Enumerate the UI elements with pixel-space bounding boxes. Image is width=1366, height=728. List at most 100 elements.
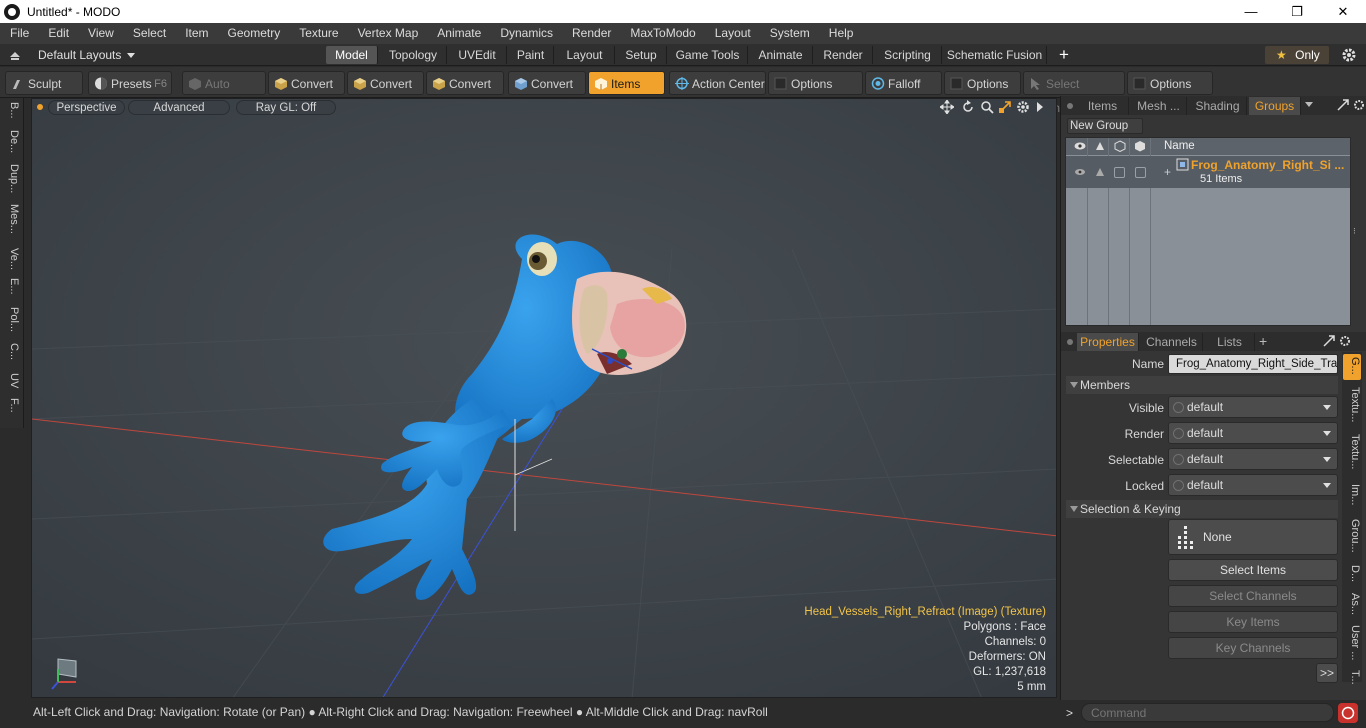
tab-schematic-fusion[interactable]: Schematic Fusion xyxy=(943,46,1047,64)
falloff-button[interactable]: Falloff xyxy=(865,71,942,95)
tab-uvedit[interactable]: UVEdit xyxy=(448,46,507,64)
tab-groups[interactable]: Groups xyxy=(1249,97,1301,115)
convert-button-2[interactable]: Convert xyxy=(347,71,424,95)
options-button-1[interactable]: Options xyxy=(768,71,863,95)
left-tab-curve[interactable]: C... xyxy=(4,343,20,360)
right-tab-image[interactable]: Im... xyxy=(1343,484,1361,505)
layout-up-icon[interactable] xyxy=(8,48,22,62)
add-properties-tab-button[interactable]: + xyxy=(1259,332,1267,350)
convert-button-3[interactable]: Convert xyxy=(426,71,504,95)
visibility-eye-icon[interactable] xyxy=(1074,140,1086,152)
menu-select[interactable]: Select xyxy=(123,23,175,44)
render-dropdown[interactable]: default xyxy=(1168,422,1338,444)
groups-gear-icon[interactable] xyxy=(1353,99,1365,111)
left-tab-edge[interactable]: E... xyxy=(4,278,20,295)
only-button[interactable]: ★ Only xyxy=(1265,46,1329,64)
tab-model[interactable]: Model xyxy=(326,46,378,64)
auto-select-button[interactable]: Auto Select xyxy=(182,71,266,115)
right-tab-user[interactable]: User ... xyxy=(1343,625,1361,660)
name-field[interactable]: Frog_Anatomy_Right_Side_Trans xyxy=(1168,354,1338,374)
row-eye-icon[interactable] xyxy=(1074,166,1086,178)
tab-setup[interactable]: Setup xyxy=(616,46,667,64)
left-tab-duplicate[interactable]: Dup... xyxy=(4,164,20,193)
command-input[interactable] xyxy=(1081,703,1334,722)
left-tab-fusion[interactable]: F... xyxy=(4,398,20,413)
tabs-chevron-down-icon[interactable] xyxy=(1305,102,1313,107)
viewport-more-icon[interactable] xyxy=(1035,101,1045,113)
right-tab-group[interactable]: G... xyxy=(1343,357,1361,375)
list-scroll-handle[interactable]: ⁝ xyxy=(1353,226,1361,236)
menu-dynamics[interactable]: Dynamics xyxy=(490,23,562,44)
sculpt-button[interactable]: Sculpt xyxy=(5,71,83,95)
select-items-button[interactable]: Select Items xyxy=(1168,559,1338,581)
convert-button-1[interactable]: Convert xyxy=(268,71,345,95)
action-center-button[interactable]: Action Center xyxy=(669,71,766,95)
maximize-viewport-icon[interactable] xyxy=(998,100,1012,114)
3d-viewport[interactable]: Perspective Advanced Ray GL: Off Head_Ve… xyxy=(31,98,1057,698)
none-button[interactable]: None xyxy=(1168,519,1338,555)
right-tab-assembly[interactable]: As... xyxy=(1343,593,1361,615)
menu-item[interactable]: Item xyxy=(175,23,217,44)
tab-paint[interactable]: Paint xyxy=(508,46,554,64)
tab-properties[interactable]: Properties xyxy=(1077,333,1139,351)
default-layouts-dropdown[interactable]: Default Layouts xyxy=(38,46,135,64)
new-group-button[interactable]: New Group xyxy=(1067,118,1143,134)
key-channels-button[interactable]: Key Channels xyxy=(1168,637,1338,659)
zoom-icon[interactable] xyxy=(980,100,994,114)
expand-plus-icon[interactable]: + xyxy=(1164,165,1171,179)
right-tab-t[interactable]: T... xyxy=(1343,670,1361,685)
tab-items[interactable]: Items xyxy=(1077,97,1129,115)
left-tab-uv[interactable]: UV xyxy=(4,373,20,388)
select-through-button[interactable]: Select Through xyxy=(1023,71,1125,115)
right-tab-texture-1[interactable]: Textu... xyxy=(1343,387,1361,422)
selectable-dropdown[interactable]: default xyxy=(1168,448,1338,470)
properties-gear-icon[interactable] xyxy=(1339,335,1351,347)
advanced-button[interactable]: Advanced xyxy=(128,100,230,115)
menu-layout[interactable]: Layout xyxy=(705,23,760,44)
tab-lists[interactable]: Lists xyxy=(1205,333,1255,351)
tab-render[interactable]: Render xyxy=(814,46,873,64)
selection-keying-section-header[interactable]: Selection & Keying xyxy=(1066,500,1338,518)
menu-help[interactable]: Help xyxy=(819,23,863,44)
ray-gl-button[interactable]: Ray GL: Off xyxy=(236,100,336,115)
row-lock-checkbox[interactable] xyxy=(1135,167,1146,178)
options-button-2[interactable]: Options xyxy=(944,71,1021,95)
minimize-button[interactable]: — xyxy=(1228,0,1274,23)
tab-shading[interactable]: Shading xyxy=(1189,97,1247,115)
tab-mesh[interactable]: Mesh ... xyxy=(1131,97,1187,115)
visible-dropdown[interactable]: default xyxy=(1168,396,1338,418)
items-mode-button[interactable]: Items xyxy=(588,71,665,95)
menu-texture[interactable]: Texture xyxy=(289,23,347,44)
tab-layout[interactable]: Layout xyxy=(555,46,615,64)
right-tab-texture-2[interactable]: Textu... xyxy=(1343,434,1361,469)
left-tab-basic[interactable]: B... xyxy=(4,102,20,119)
perspective-button[interactable]: Perspective xyxy=(48,100,125,115)
rotate-icon[interactable] xyxy=(961,100,975,114)
select-channels-button[interactable]: Select Channels xyxy=(1168,585,1338,607)
menu-geometry[interactable]: Geometry xyxy=(218,23,290,44)
left-tab-vertex[interactable]: Ve... xyxy=(4,248,20,270)
menu-system[interactable]: System xyxy=(760,23,819,44)
menu-vertex-map[interactable]: Vertex Map xyxy=(348,23,428,44)
key-items-button[interactable]: Key Items xyxy=(1168,611,1338,633)
menu-file[interactable]: File xyxy=(0,23,38,44)
gear-icon[interactable] xyxy=(1341,47,1357,63)
right-tab-groups[interactable]: Grou... xyxy=(1343,519,1361,553)
tab-channels[interactable]: Channels xyxy=(1141,333,1203,351)
presets-button[interactable]: Presets F6 xyxy=(88,71,172,95)
menu-edit[interactable]: Edit xyxy=(38,23,78,44)
left-tab-mesh-edit[interactable]: Mes... xyxy=(4,204,20,234)
group-row[interactable]: + Frog_Anatomy_Right_Si ... 51 Items xyxy=(1066,156,1350,188)
add-tab-button[interactable]: + xyxy=(1056,45,1072,65)
close-button[interactable]: ✕ xyxy=(1320,0,1366,23)
locked-dropdown[interactable]: default xyxy=(1168,474,1338,496)
convert-button-4[interactable]: Convert xyxy=(508,71,586,95)
tab-topology[interactable]: Topology xyxy=(380,46,447,64)
expand-panel-icon[interactable] xyxy=(1337,99,1349,111)
members-section-header[interactable]: Members xyxy=(1066,376,1338,394)
command-record-button[interactable] xyxy=(1338,703,1358,723)
viewport-gear-icon[interactable] xyxy=(1016,100,1030,114)
tab-animate[interactable]: Animate xyxy=(749,46,813,64)
expand-properties-icon[interactable] xyxy=(1323,335,1335,347)
row-select-checkbox[interactable] xyxy=(1114,167,1125,178)
